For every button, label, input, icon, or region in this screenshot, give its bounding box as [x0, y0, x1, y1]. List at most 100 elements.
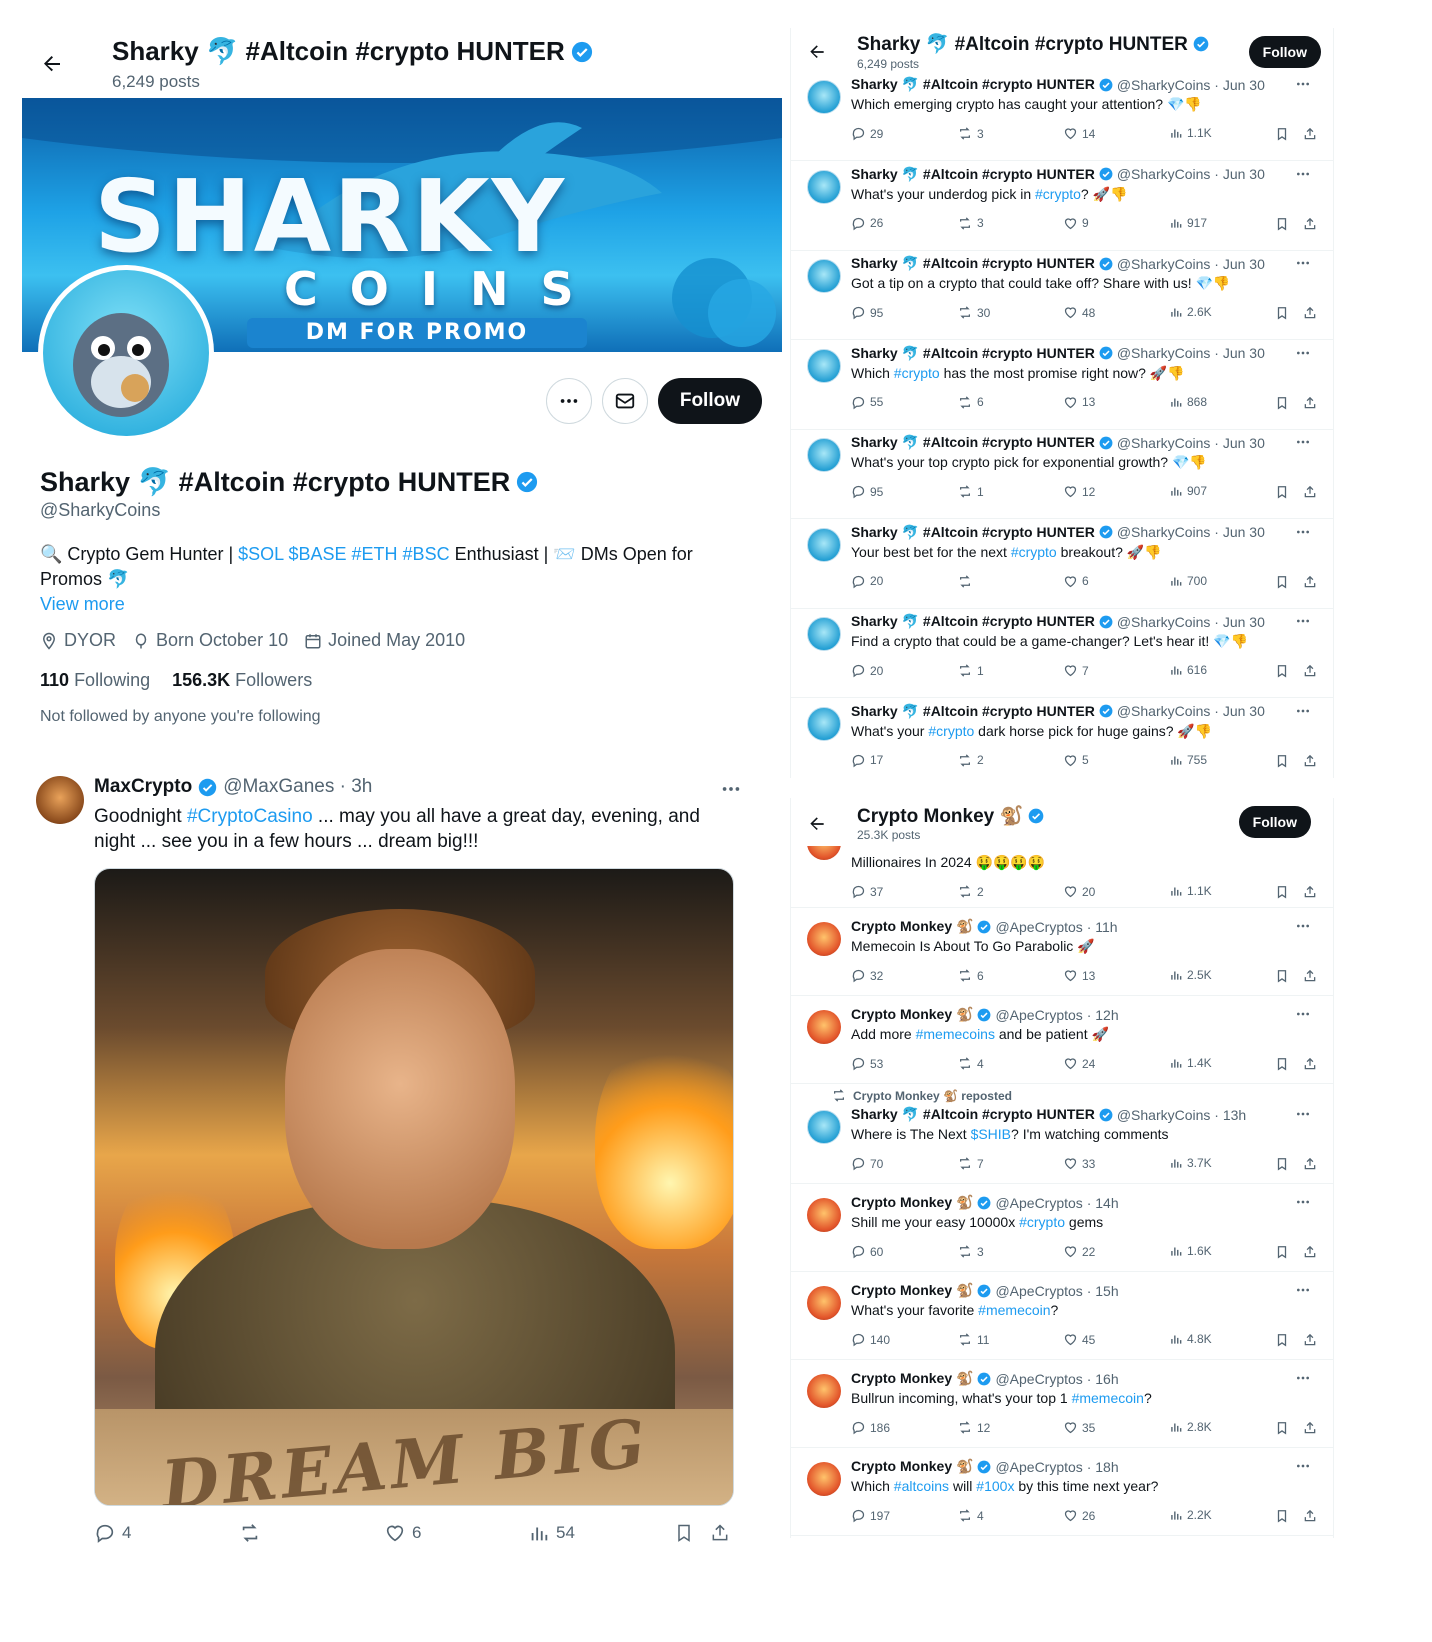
reply-button[interactable]: 29 — [851, 126, 883, 141]
tweet-avatar[interactable] — [807, 438, 841, 472]
tweet-author-name[interactable]: MaxCrypto — [94, 776, 192, 798]
like-button[interactable]: 35 — [1063, 1420, 1095, 1435]
bookmark-button[interactable] — [1275, 753, 1289, 769]
repost-button[interactable]: 6 — [957, 395, 984, 410]
repost-button[interactable]: 1 — [957, 484, 984, 499]
like-button[interactable]: 48 — [1063, 305, 1095, 320]
tweet[interactable]: Crypto Monkey 🐒 @ApeCryptos · 14h Shill … — [791, 1184, 1333, 1272]
tweet-avatar[interactable] — [807, 1374, 841, 1408]
tweet-author-name[interactable]: Sharky 🐬 #Altcoin #crypto HUNTER — [851, 76, 1095, 93]
views-button[interactable]: 3.7K — [1169, 1156, 1212, 1170]
repost-button[interactable]: 3 — [957, 126, 984, 141]
tweet-more-button[interactable] — [1295, 524, 1311, 540]
message-button[interactable] — [601, 378, 648, 424]
reply-button[interactable]: 20 — [851, 574, 883, 589]
tweet-author-name[interactable]: Crypto Monkey 🐒 — [851, 918, 973, 935]
tweet-hashtag[interactable]: #crypto — [928, 723, 974, 739]
tweet-avatar[interactable] — [807, 169, 841, 204]
tweet[interactable]: Crypto Monkey 🐒 @ApeCryptos · 18h Which … — [791, 1448, 1333, 1536]
reply-button[interactable]: 37 — [851, 884, 883, 899]
repost-button[interactable] — [238, 1522, 268, 1544]
repost-button[interactable] — [957, 574, 977, 589]
bio-tags-link[interactable]: $SOL $BASE #ETH #BSC — [238, 544, 449, 564]
share-button[interactable] — [1303, 574, 1317, 590]
tweet[interactable]: Crypto Monkey 🐒 @ApeCryptos · 15h What's… — [791, 1272, 1333, 1360]
tweet[interactable]: Sharky 🐬 #Altcoin #crypto HUNTER @Sharky… — [791, 430, 1333, 519]
share-button[interactable] — [1303, 1332, 1317, 1348]
bookmark-button[interactable] — [1275, 1332, 1289, 1348]
share-button[interactable] — [1303, 1420, 1317, 1436]
tweet-avatar[interactable] — [807, 1198, 841, 1232]
tweet-more-button[interactable] — [1295, 703, 1311, 719]
tweet-avatar[interactable] — [807, 706, 841, 741]
bookmark-button[interactable] — [1275, 484, 1289, 500]
like-button[interactable]: 13 — [1063, 395, 1095, 410]
like-button[interactable]: 7 — [1063, 663, 1089, 678]
tweet-hashtag[interactable]: #memecoin — [1072, 1390, 1144, 1406]
more-button[interactable] — [545, 378, 592, 424]
tweet-hashtag[interactable]: $SHIB — [971, 1126, 1011, 1142]
repost-button[interactable]: 6 — [957, 968, 984, 983]
tweet-more-button[interactable] — [1295, 166, 1311, 182]
bookmark-button[interactable] — [674, 1522, 694, 1544]
reply-button[interactable]: 4 — [94, 1522, 131, 1544]
like-button[interactable]: 24 — [1063, 1056, 1095, 1071]
repost-button[interactable]: 7 — [957, 1156, 984, 1171]
tweet-avatar[interactable] — [807, 527, 841, 562]
views-button[interactable]: 54 — [528, 1522, 575, 1544]
views-button[interactable]: 2.6K — [1169, 305, 1212, 319]
views-button[interactable]: 1.4K — [1169, 1056, 1212, 1070]
tweet-more-button[interactable] — [1295, 1458, 1311, 1474]
tweet-author-name[interactable]: Sharky 🐬 #Altcoin #crypto HUNTER — [851, 434, 1095, 451]
reply-button[interactable]: 17 — [851, 753, 883, 768]
views-button[interactable]: 907 — [1169, 484, 1207, 498]
like-button[interactable]: 26 — [1063, 1508, 1095, 1523]
tweet-more-button[interactable] — [1295, 1194, 1311, 1210]
tweet-image[interactable]: DREAM BIG — [94, 868, 734, 1506]
tweet-author-name[interactable]: Crypto Monkey 🐒 — [851, 1370, 973, 1387]
repost-button[interactable]: 3 — [957, 1244, 984, 1259]
tweet-more-button[interactable] — [1295, 345, 1311, 361]
tweet[interactable]: Sharky 🐬 #Altcoin #crypto HUNTER @Sharky… — [791, 609, 1333, 698]
bookmark-button[interactable] — [1275, 968, 1289, 984]
share-button[interactable] — [1303, 968, 1317, 984]
views-button[interactable]: 2.5K — [1169, 968, 1212, 982]
like-button[interactable]: 12 — [1063, 484, 1095, 499]
reply-button[interactable]: 186 — [851, 1420, 890, 1435]
share-button[interactable] — [1303, 126, 1317, 142]
repost-button[interactable]: 3 — [957, 216, 984, 231]
tweet-more-button[interactable] — [1295, 434, 1311, 450]
repost-button[interactable]: 12 — [957, 1420, 990, 1435]
views-button[interactable]: 700 — [1169, 574, 1207, 588]
reply-button[interactable]: 197 — [851, 1508, 890, 1523]
tweet-more-button[interactable] — [1295, 613, 1311, 629]
views-button[interactable]: 917 — [1169, 216, 1207, 230]
share-button[interactable] — [1303, 1508, 1317, 1524]
tweet-avatar[interactable] — [807, 617, 841, 651]
tweet-hashtag[interactable]: #crypto — [1019, 1214, 1065, 1230]
like-button[interactable]: 22 — [1063, 1244, 1095, 1259]
following-link[interactable]: 110 Following — [40, 670, 150, 691]
tweet-author-name[interactable]: Sharky 🐬 #Altcoin #crypto HUNTER — [851, 345, 1095, 362]
bookmark-button[interactable] — [1275, 1156, 1289, 1172]
follow-button[interactable]: Follow — [1238, 806, 1311, 838]
tweet-avatar[interactable] — [807, 1110, 841, 1144]
tweet-more-button[interactable] — [1295, 1106, 1311, 1122]
share-button[interactable] — [1303, 753, 1317, 769]
like-button[interactable]: 45 — [1063, 1332, 1095, 1347]
like-button[interactable]: 9 — [1063, 216, 1089, 231]
bookmark-button[interactable] — [1275, 663, 1289, 679]
share-button[interactable] — [1303, 216, 1317, 232]
like-button[interactable]: 6 — [384, 1522, 421, 1544]
reply-button[interactable]: 95 — [851, 305, 883, 320]
tweet-more-button[interactable] — [1295, 918, 1311, 934]
bookmark-button[interactable] — [1275, 1420, 1289, 1436]
back-button[interactable] — [807, 42, 827, 62]
share-button[interactable] — [1303, 1156, 1317, 1172]
tweet-author-name[interactable]: Sharky 🐬 #Altcoin #crypto HUNTER — [851, 703, 1095, 720]
tweet[interactable]: Sharky 🐬 #Altcoin #crypto HUNTER @Sharky… — [791, 520, 1333, 609]
tweet-hashtag[interactable]: #memecoin — [978, 1302, 1050, 1318]
share-button[interactable] — [1303, 884, 1317, 900]
like-button[interactable]: 14 — [1063, 126, 1095, 141]
profile-avatar[interactable] — [38, 265, 214, 441]
